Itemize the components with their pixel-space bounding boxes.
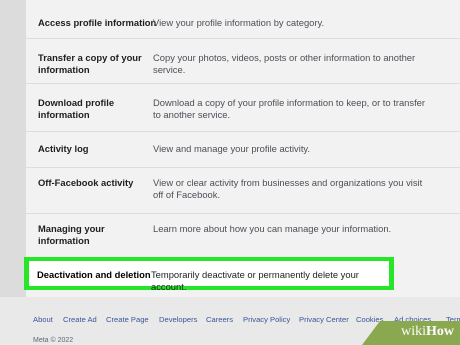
row-label: Transfer a copy of your information xyxy=(38,52,142,75)
settings-row-managing-your-information[interactable]: Managing your information Learn more abo… xyxy=(26,213,460,257)
row-description: Download a copy of your profile informat… xyxy=(153,97,426,120)
row-description: Copy your photos, videos, posts or other… xyxy=(153,52,416,75)
deactivation-highlight-box: Deactivation and deletion Temporarily de… xyxy=(24,257,394,292)
settings-row-transfer-information[interactable]: Transfer a copy of your information Copy… xyxy=(26,38,460,84)
row-label: Off-Facebook activity xyxy=(38,177,134,188)
footer-link-create-ad[interactable]: Create Ad xyxy=(63,315,97,324)
settings-row-download-profile-information[interactable]: Download profile information Download a … xyxy=(26,83,460,132)
row-description: View and manage your profile activity. xyxy=(153,143,311,154)
footer-link-developers[interactable]: Developers xyxy=(159,315,197,324)
footer-link-privacy-policy[interactable]: Privacy Policy xyxy=(243,315,290,324)
wikihow-logo-wiki: wiki xyxy=(401,324,426,339)
footer-link-careers[interactable]: Careers xyxy=(206,315,233,324)
footer-link-about[interactable]: About xyxy=(33,315,53,324)
row-label: Managing your information xyxy=(38,223,105,246)
row-label: Activity log xyxy=(38,143,89,154)
row-label: Download profile information xyxy=(38,97,115,120)
footer-link-privacy-center[interactable]: Privacy Center xyxy=(299,315,349,324)
row-description: View or clear activity from businesses a… xyxy=(153,177,423,200)
copyright-text: Meta © 2022 xyxy=(33,337,74,344)
row-description: View your profile information by categor… xyxy=(153,17,325,28)
row-description: Learn more about how you can manage your… xyxy=(153,223,392,234)
wikihow-logo-how: How xyxy=(426,324,454,339)
settings-row-activity-log[interactable]: Activity log View and manage your profil… xyxy=(26,131,460,168)
row-description: Temporarily deactivate or permanently de… xyxy=(151,269,359,292)
footer-link-create-page[interactable]: Create Page xyxy=(106,315,149,324)
settings-row-off-facebook-activity[interactable]: Off-Facebook activity View or clear acti… xyxy=(26,167,460,214)
row-label: Deactivation and deletion xyxy=(37,269,151,280)
settings-panel: Access profile information View your pro… xyxy=(26,0,460,297)
row-label: Access profile information xyxy=(38,17,157,28)
settings-row-deactivation-and-deletion[interactable]: Deactivation and deletion Temporarily de… xyxy=(29,261,389,292)
settings-row-access-profile-information[interactable]: Access profile information View your pro… xyxy=(26,0,460,39)
wikihow-logo: wikiHow xyxy=(401,324,454,340)
